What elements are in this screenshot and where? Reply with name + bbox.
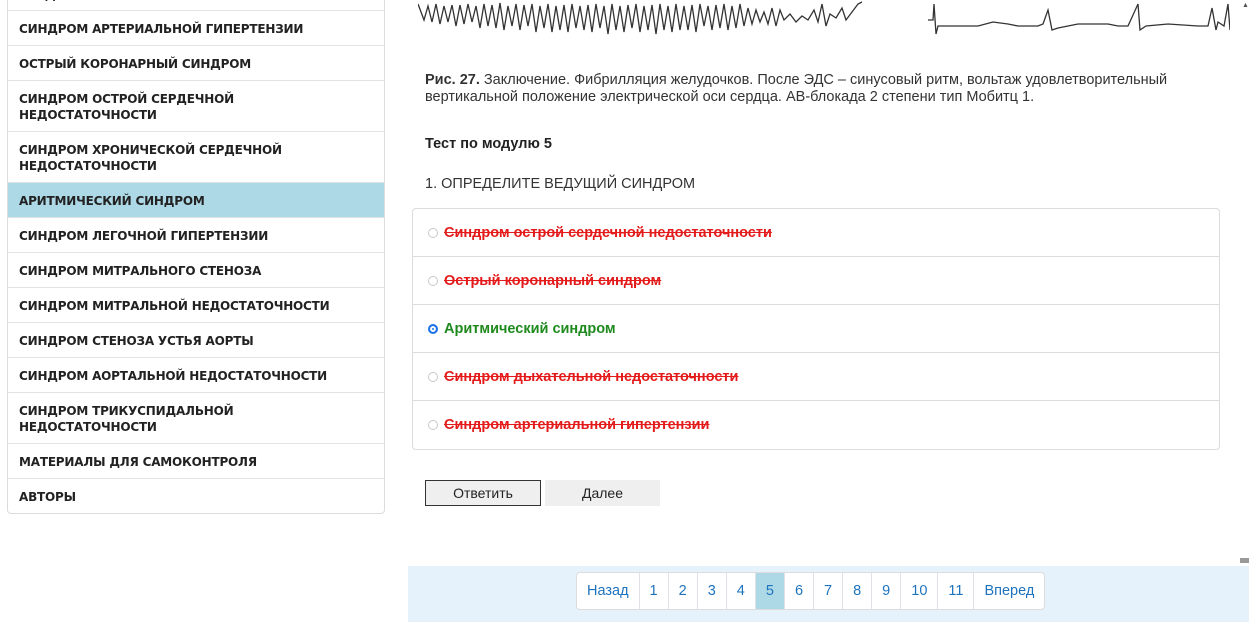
pagination-page[interactable]: 4 [727, 573, 756, 609]
radio-button[interactable] [428, 371, 438, 382]
pagination-page[interactable]: 11 [938, 573, 975, 609]
pagination-page[interactable]: 2 [669, 573, 698, 609]
sidebar-item[interactable]: СИНДРОМ ОСТРОЙ СЕРДЕЧНОЙ НЕДОСТАТОЧНОСТИ [8, 81, 384, 132]
pagination-page[interactable]: 8 [843, 573, 873, 609]
answer-text: Острый коронарный синдром [444, 272, 662, 289]
radio-button[interactable] [428, 227, 438, 238]
pagination-bar: Назад 1 2 3 4 5 6 7 8 9 10 11 Вперед [408, 566, 1249, 622]
pagination-page[interactable]: 1 [640, 573, 669, 609]
radio-button[interactable] [428, 275, 438, 286]
caption-text: Заключение. Фибрилляция желудочков. Посл… [425, 72, 1168, 105]
sidebar-item[interactable]: СИНДРОМ МИТРАЛЬНОЙ НЕДОСТАТОЧНОСТИ [8, 288, 384, 323]
pagination-page[interactable]: 7 [814, 573, 844, 609]
sidebar-item[interactable]: СИНДРОМ МИТРАЛЬНОГО СТЕНОЗА [8, 253, 384, 288]
pagination-page[interactable]: 5 [755, 573, 785, 609]
test-title: Тест по модулю 5 [425, 136, 552, 152]
sidebar-item[interactable]: СИНДРОМ АРТЕРИАЛЬНОЙ ГИПЕРТЕНЗИИ [8, 11, 384, 46]
sidebar-item[interactable]: ОСТРЫЙ КОРОНАРНЫЙ СИНДРОМ [8, 46, 384, 81]
pagination-page[interactable]: 9 [872, 573, 902, 609]
answer-text: Синдром острой сердечной недостаточности [444, 224, 772, 241]
answer-text: Аритмический синдром [444, 320, 616, 337]
answer-option[interactable]: Синдром артериальной гипертензии [413, 401, 1219, 449]
question-text: 1. ОПРЕДЕЛИТЕ ВЕДУЩИЙ СИНДРОМ [425, 176, 696, 192]
figure-caption: Рис. 27. Заключение. Фибрилляция желудоч… [425, 72, 1237, 106]
pagination-prev[interactable]: Назад [577, 573, 640, 609]
answer-option[interactable]: Острый коронарный синдром [413, 257, 1219, 305]
sidebar-item[interactable]: АВТОРЫ [8, 479, 384, 513]
scrollbar-thumb[interactable] [1240, 558, 1249, 563]
pagination: Назад 1 2 3 4 5 6 7 8 9 10 11 Вперед [576, 572, 1046, 610]
radio-button[interactable] [428, 323, 438, 334]
pagination-next[interactable]: Вперед [974, 573, 1044, 609]
sidebar-item[interactable]: АРИТМИЧЕСКИЙ СИНДРОМ [8, 183, 384, 218]
next-button[interactable]: Далее [545, 480, 660, 506]
main-content: Рис. 27. Заключение. Фибрилляция желудоч… [408, 0, 1238, 566]
answer-text: Синдром дыхательной недостаточности [444, 368, 739, 385]
answer-option[interactable]: Синдром дыхательной недостаточности [413, 353, 1219, 401]
answer-text: Синдром артериальной гипертензии [444, 417, 710, 433]
sidebar-item[interactable]: СИНДРОМ СТЕНОЗА УСТЬЯ АОРТЫ [8, 323, 384, 358]
sidebar-item[interactable]: СИНДРОМ АОРТАЛЬНОЙ НЕДОСТАТОЧНОСТИ [8, 358, 384, 393]
ecg-figure [418, 1, 1230, 35]
pagination-page[interactable]: 3 [698, 573, 727, 609]
scrollbar[interactable] [1238, 0, 1249, 566]
answer-button[interactable]: Ответить [425, 480, 541, 506]
answer-option[interactable]: Синдром острой сердечной недостаточности [413, 209, 1219, 257]
sidebar-item[interactable]: СИНДРОМ ХРОНИЧЕСКОЙ СЕРДЕЧНОЙ НЕДОСТАТОЧ… [8, 132, 384, 183]
sidebar-item[interactable]: СИНДРОМ ЛЕГОЧНОЙ ГИПЕРТЕНЗИИ [8, 218, 384, 253]
radio-button[interactable] [428, 420, 438, 430]
answer-list: Синдром острой сердечной недостаточности… [412, 208, 1220, 450]
sidebar-menu: ВВЕДЕНИЕСИНДРОМ АРТЕРИАЛЬНОЙ ГИПЕРТЕНЗИИ… [7, 0, 385, 514]
answer-option[interactable]: Аритмический синдром [413, 305, 1219, 353]
caption-label: Рис. 27. [425, 72, 480, 88]
sidebar-item[interactable]: ВВЕДЕНИЕ [8, 0, 384, 11]
scroll-up-arrow-icon[interactable]: ▲ [1242, 2, 1249, 9]
sidebar-item[interactable]: СИНДРОМ ТРИКУСПИДАЛЬНОЙ НЕДОСТАТОЧНОСТИ [8, 393, 384, 444]
pagination-page[interactable]: 6 [785, 573, 815, 609]
sidebar-item[interactable]: МАТЕРИАЛЫ ДЛЯ САМОКОНТРОЛЯ [8, 444, 384, 479]
pagination-page[interactable]: 10 [901, 573, 939, 609]
